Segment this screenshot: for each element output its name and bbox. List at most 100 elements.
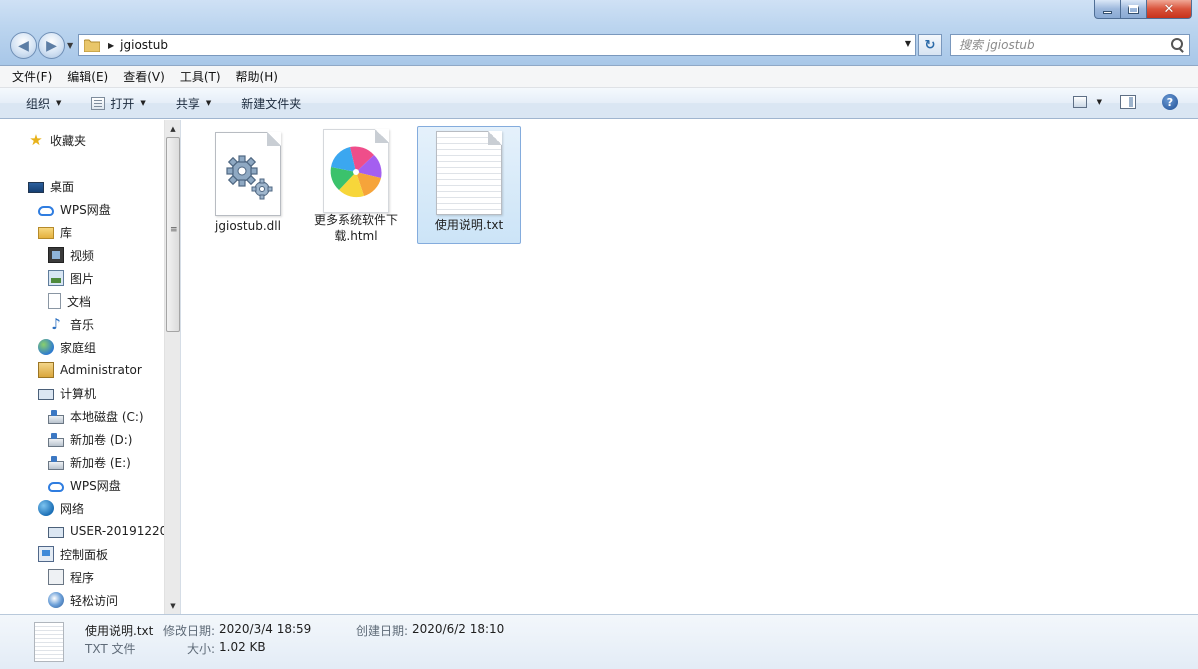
refresh-button[interactable]: ↻: [918, 34, 942, 56]
sidebar-item-label: 网络: [60, 501, 85, 516]
computer-icon: [38, 388, 54, 400]
sidebar-item-label: 收藏夹: [50, 133, 87, 148]
minimize-icon: [1103, 10, 1112, 14]
sidebar-item-drive-c[interactable]: 本地磁盘 (C:): [48, 405, 144, 427]
change-view-icon[interactable]: [1072, 96, 1087, 108]
sidebar-item-administrator[interactable]: Administrator: [38, 359, 142, 381]
menu-file[interactable]: 文件(F): [12, 68, 52, 85]
menu-help[interactable]: 帮助(H): [236, 68, 278, 85]
sidebar-item-videos[interactable]: 视频: [48, 244, 94, 266]
scroll-down-arrow-icon[interactable]: ▼: [165, 597, 181, 614]
scrollbar-thumb[interactable]: [166, 137, 180, 332]
address-dropdown-icon[interactable]: ▼: [905, 39, 911, 48]
preview-pane-icon[interactable]: [1120, 95, 1136, 109]
window-controls: ✕: [1094, 0, 1192, 19]
control-panel-icon: [38, 546, 54, 562]
sidebar-item-label: 音乐: [70, 317, 95, 332]
sidebar-item-label: 新加卷 (E:): [70, 455, 131, 470]
title-bar: ✕ ◀ ▶ ▼ ▶ jgiostub ▼ ↻: [0, 0, 1198, 66]
sidebar-item-documents[interactable]: 文档: [48, 290, 91, 312]
sidebar-item-label: 计算机: [60, 386, 97, 401]
sidebar-item-label: 视频: [70, 248, 95, 263]
sidebar-item-drive-e[interactable]: 新加卷 (E:): [48, 451, 131, 473]
help-icon[interactable]: ?: [1162, 94, 1178, 110]
sidebar-item-computer[interactable]: 计算机: [38, 382, 96, 404]
breadcrumb-current-folder[interactable]: jgiostub: [120, 38, 168, 52]
cloud-icon: [38, 206, 54, 216]
gear-icon: [226, 155, 273, 200]
forward-arrow-icon: ▶: [46, 37, 57, 54]
file-item-readme-txt[interactable]: 使用说明.txt: [417, 126, 521, 244]
sidebar-item-programs[interactable]: 程序: [48, 566, 94, 588]
sidebar-item-wps-cloud[interactable]: WPS网盘: [38, 198, 111, 220]
homegroup-icon: [38, 339, 54, 355]
navigation-scrollbar[interactable]: ▲ ▼: [164, 120, 181, 614]
details-file-type: TXT 文件: [85, 642, 136, 656]
details-created-label: 创建日期:: [356, 624, 409, 638]
user-folder-icon: [38, 362, 54, 378]
search-icon[interactable]: [1169, 37, 1185, 53]
drive-icon: [48, 455, 64, 470]
sidebar-item-ease-of-access[interactable]: 轻松访问: [48, 589, 118, 611]
sidebar-item-label: USER-20191220I: [70, 524, 164, 538]
search-input[interactable]: [959, 38, 1169, 52]
picture-icon: [48, 270, 64, 286]
sidebar-item-homegroup[interactable]: 家庭组: [38, 336, 96, 358]
breadcrumb-separator-icon[interactable]: ▶: [108, 41, 114, 50]
sidebar-item-control-panel[interactable]: 控制面板: [38, 543, 108, 565]
navigation-pane: ★ 收藏夹 桌面 WPS网盘 库 视频 图片 文档 ♪ 音乐 家庭组 Admin…: [0, 120, 164, 614]
sidebar-item-label: 库: [60, 225, 73, 240]
sidebar-item-drive-d[interactable]: 新加卷 (D:): [48, 428, 132, 450]
address-bar[interactable]: ▶ jgiostub ▼: [78, 34, 916, 56]
share-button[interactable]: 共享 ▼: [176, 95, 211, 112]
navigation-buttons: ◀ ▶ ▼: [10, 32, 77, 59]
open-button[interactable]: 打开 ▼: [91, 95, 146, 112]
sidebar-item-network[interactable]: 网络: [38, 497, 84, 519]
sidebar-item-favorites[interactable]: ★ 收藏夹: [28, 129, 86, 151]
file-name: 更多系统软件下载.html: [313, 213, 398, 243]
chevron-down-icon: ▼: [205, 99, 212, 107]
minimize-button[interactable]: [1094, 0, 1121, 19]
sidebar-item-label: 程序: [70, 570, 95, 585]
folder-icon: [84, 39, 100, 52]
file-item-html[interactable]: 更多系统软件下载.html: [304, 127, 408, 245]
drive-icon: [48, 409, 64, 424]
new-folder-button[interactable]: 新建文件夹: [241, 95, 301, 112]
file-thumbnail: [304, 128, 408, 214]
file-list: jgiostub.dll 更多系统软件下载.html 使用说明.txt: [182, 120, 1198, 614]
sidebar-item-label: Administrator: [60, 363, 142, 377]
details-created-value: 2020/6/2 18:10: [412, 622, 505, 636]
recent-pages-dropdown[interactable]: ▼: [67, 41, 77, 50]
file-item-jgiostub-dll[interactable]: jgiostub.dll: [196, 127, 300, 245]
sidebar-item-network-computer[interactable]: USER-20191220I: [48, 520, 164, 542]
sidebar-item-label: WPS网盘: [70, 478, 121, 493]
browser-pinwheel-icon: [323, 129, 389, 213]
sidebar-item-pictures[interactable]: 图片: [48, 267, 94, 289]
maximize-icon: [1128, 4, 1139, 14]
details-modified-value: 2020/3/4 18:59: [219, 622, 312, 636]
search-box[interactable]: [950, 34, 1190, 56]
forward-button[interactable]: ▶: [38, 32, 65, 59]
close-button[interactable]: ✕: [1147, 0, 1192, 19]
view-controls: ▼ ?: [1072, 94, 1178, 110]
sidebar-item-label: 轻松访问: [70, 593, 119, 608]
view-options-dropdown[interactable]: ▼: [1097, 98, 1102, 106]
sidebar-item-label: 控制面板: [60, 547, 109, 562]
menu-bar: 文件(F) 编辑(E) 查看(V) 工具(T) 帮助(H): [0, 66, 1198, 88]
drive-icon: [48, 432, 64, 447]
menu-tools[interactable]: 工具(T): [180, 68, 221, 85]
menu-edit[interactable]: 编辑(E): [67, 68, 108, 85]
sidebar-item-libraries[interactable]: 库: [38, 221, 72, 243]
details-size-value: 1.02 KB: [219, 640, 266, 654]
scroll-up-arrow-icon[interactable]: ▲: [165, 120, 181, 137]
organize-button[interactable]: 组织 ▼: [26, 95, 61, 112]
menu-view[interactable]: 查看(V): [123, 68, 165, 85]
back-button[interactable]: ◀: [10, 32, 37, 59]
chevron-down-icon: ▼: [140, 99, 146, 107]
sidebar-item-wps-cloud-drive[interactable]: WPS网盘: [48, 474, 121, 496]
file-name: 使用说明.txt: [434, 218, 504, 232]
sidebar-item-music[interactable]: ♪ 音乐: [48, 313, 94, 335]
sidebar-item-desktop[interactable]: 桌面: [28, 175, 74, 197]
maximize-button[interactable]: [1121, 0, 1147, 19]
new-folder-label: 新建文件夹: [241, 96, 302, 111]
